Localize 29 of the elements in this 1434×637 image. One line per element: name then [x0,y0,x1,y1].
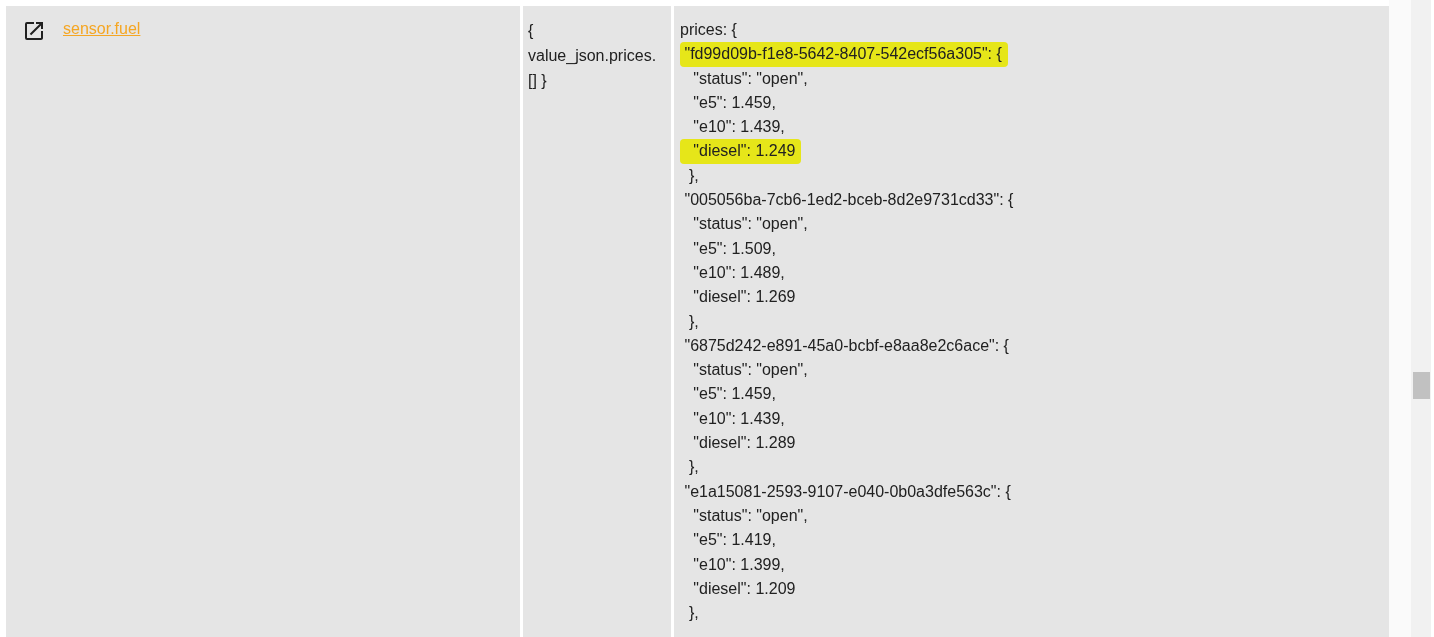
code-line: "diesel": 1.269 [692,287,796,308]
code-line: }, [687,603,699,624]
template-line: [] } [528,71,548,91]
open-in-new-icon[interactable] [22,19,46,43]
code-line: }, [687,457,699,478]
code-line: "e5": 1.509, [692,238,776,259]
code-line: prices: { [680,20,737,40]
code-line: "status": "open", [692,505,808,526]
template-line: { [528,21,535,41]
code-line: "e10": 1.489, [692,262,785,283]
code-line: "status": "open", [692,68,808,89]
scrollbar-thumb[interactable] [1413,372,1430,399]
code-line: "005056ba-7cb6-1ed2-bceb-8d2e9731cd33": { [683,190,1014,211]
code-line: "e5": 1.459, [692,92,776,113]
code-line: "e10": 1.399, [692,554,785,575]
code-line: "e5": 1.459, [692,384,776,405]
template-line: value_json.prices. [528,46,658,66]
code-line: "status": "open", [692,360,808,381]
entity-link[interactable]: sensor.fuel [63,17,141,41]
code-line: "e1a15081-2593-9107-e040-0b0a3dfe563c": { [683,481,1011,502]
code-line: }, [687,311,699,332]
code-line: "e5": 1.419, [692,530,776,551]
code-line: }, [687,165,699,186]
code-line: "e10": 1.439, [692,408,785,429]
code-line: "e10": 1.439, [692,117,785,138]
code-line: "diesel": 1.209 [692,578,796,599]
code-line: "6875d242-e891-45a0-bcbf-e8aa8e2c6ace": { [683,335,1009,356]
code-line: "status": "open", [692,214,808,235]
code-line: "diesel": 1.289 [692,433,796,454]
